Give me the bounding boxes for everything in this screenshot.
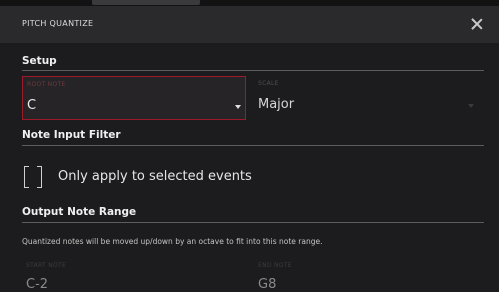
end-note-dropdown[interactable]: END NOTE G8 bbox=[254, 258, 484, 292]
root-note-value: C bbox=[27, 98, 37, 113]
output-note-range-heading: Output Note Range bbox=[22, 206, 137, 218]
note-input-filter-heading: Note Input Filter bbox=[22, 129, 121, 141]
close-icon[interactable] bbox=[469, 16, 485, 32]
scale-dropdown[interactable]: SCALE Major bbox=[254, 76, 484, 120]
chevron-down-icon bbox=[468, 104, 474, 108]
setup-heading: Setup bbox=[22, 55, 57, 67]
output-note-range-divider bbox=[22, 222, 484, 223]
root-note-label: ROOT NOTE bbox=[27, 81, 66, 88]
start-note-value: C-2 bbox=[26, 277, 49, 292]
start-note-label: START NOTE bbox=[26, 262, 67, 269]
end-note-value: G8 bbox=[258, 277, 277, 292]
setup-divider bbox=[22, 70, 484, 71]
note-input-filter-divider bbox=[22, 145, 484, 146]
dialog-titlebar: PITCH QUANTIZE bbox=[0, 6, 499, 43]
chevron-down-icon bbox=[235, 105, 241, 109]
root-note-dropdown[interactable]: ROOT NOTE C bbox=[22, 76, 246, 120]
background-tab bbox=[92, 0, 200, 5]
range-description: Quantized notes will be moved up/down by… bbox=[22, 237, 323, 246]
selected-events-checkbox[interactable] bbox=[24, 166, 42, 188]
end-note-label: END NOTE bbox=[258, 262, 292, 269]
start-note-dropdown[interactable]: START NOTE C-2 bbox=[22, 258, 246, 292]
selected-events-label[interactable]: Only apply to selected events bbox=[58, 169, 252, 184]
scale-value: Major bbox=[258, 97, 295, 112]
dialog-title: PITCH QUANTIZE bbox=[22, 19, 94, 28]
scale-label: SCALE bbox=[258, 80, 279, 87]
